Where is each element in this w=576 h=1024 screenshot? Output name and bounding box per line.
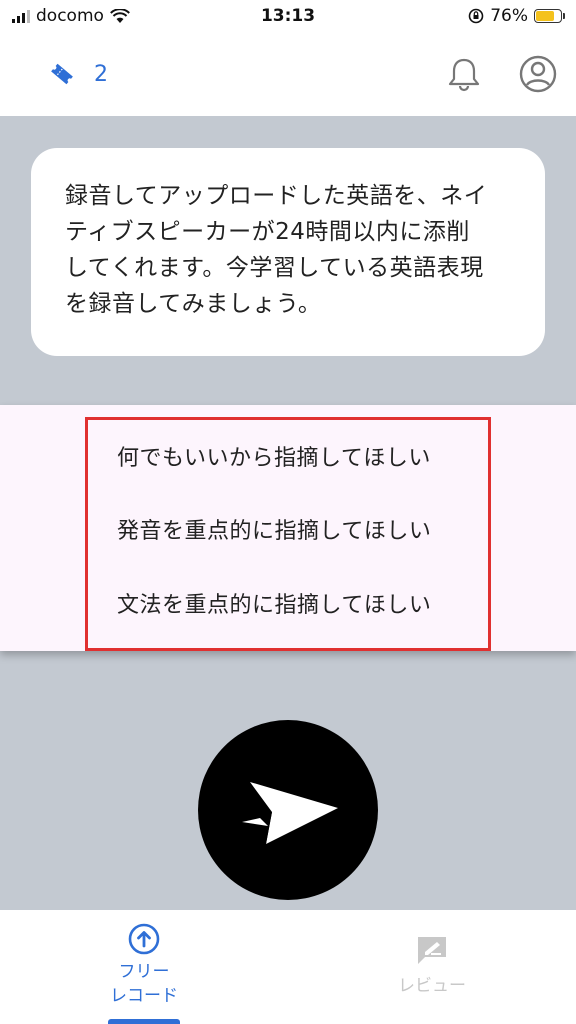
message-line: ティブスピーカーが24時間以内に添削 — [65, 219, 470, 245]
review-icon — [418, 937, 446, 964]
battery-percent: 76% — [490, 6, 528, 26]
info-message-card: 録音してアップロードした英語を、ネイ ティブスピーカーが24時間以内に添削 して… — [31, 148, 545, 356]
message-line: してくれます。今学習している英語表現 — [65, 255, 484, 281]
orientation-lock-icon — [468, 8, 484, 24]
account-button[interactable] — [518, 54, 558, 94]
ticket-icon — [51, 63, 73, 85]
ticket-counter[interactable]: 2 — [48, 60, 108, 88]
menu-item-pronunciation[interactable]: 発音を重点的に指摘してほしい — [117, 513, 431, 545]
nav-review-label: レビュー — [398, 976, 466, 996]
status-bar: docomo 13:13 76% — [0, 0, 576, 34]
bell-icon — [448, 58, 480, 92]
feedback-type-menu: 何でもいいから指摘してほしい 発音を重点的に指摘してほしい 文法を重点的に指摘し… — [0, 405, 576, 651]
active-tab-indicator — [108, 1019, 180, 1024]
menu-item-grammar[interactable]: 文法を重点的に指摘してほしい — [117, 587, 431, 619]
bell-button[interactable] — [444, 54, 484, 94]
bottom-navigation: フリー レコード レビュー — [0, 910, 576, 1024]
battery-icon — [534, 9, 565, 23]
app-header: 2 — [0, 34, 576, 116]
upload-circle-icon — [128, 923, 160, 955]
info-message-text: 録音してアップロードした英語を、ネイ ティブスピーカーが24時間以内に添削 して… — [65, 178, 511, 322]
menu-item-anything[interactable]: 何でもいいから指摘してほしい — [117, 440, 431, 472]
send-icon — [242, 782, 338, 844]
status-right: 76% — [468, 6, 565, 26]
battery-fill — [536, 11, 555, 21]
nav-free-record[interactable]: フリー レコード — [88, 910, 200, 1024]
message-line: を録音してみましょう。 — [65, 291, 322, 317]
ticket-count: 2 — [94, 61, 108, 87]
nav-free-record-label-2: レコード — [110, 986, 178, 1006]
account-icon — [519, 55, 557, 93]
message-line: 録音してアップロードした英語を、ネイ — [65, 183, 488, 209]
send-button[interactable] — [198, 720, 378, 900]
nav-free-record-label-1: フリー — [118, 962, 170, 982]
nav-review[interactable]: レビュー — [372, 910, 492, 1024]
